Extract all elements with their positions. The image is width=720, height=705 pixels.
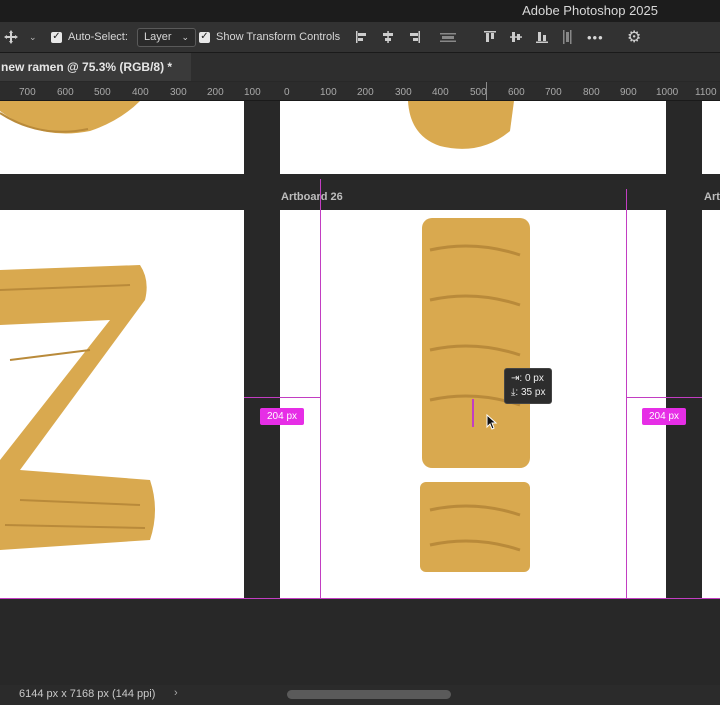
checkbox-check-icon: ✓ xyxy=(51,31,62,43)
checkbox-check-icon: ✓ xyxy=(199,31,210,43)
distance-badge-right: 204 px xyxy=(642,408,687,425)
artboard-top-center[interactable] xyxy=(280,101,666,174)
align-vertical-center-icon[interactable] xyxy=(509,30,523,44)
tooltip-vertical-offset: 35 px xyxy=(520,387,546,398)
ruler-tick: 100 xyxy=(244,87,261,98)
show-transform-checkbox[interactable]: ✓ Show Transform Controls xyxy=(199,22,340,52)
align-top-icon[interactable] xyxy=(483,30,497,44)
auto-select-label: Auto-Select: xyxy=(68,31,128,43)
move-tool-button[interactable]: ⌄ xyxy=(3,22,37,52)
ruler-tick: 800 xyxy=(583,87,600,98)
align-horizontal-center-icon[interactable] xyxy=(381,30,395,44)
ruler-tick: 1000 xyxy=(656,87,679,98)
noodle-image xyxy=(408,101,514,149)
vertical-offset-icon: ⤓: xyxy=(511,387,521,398)
noodle-z-image xyxy=(0,265,155,550)
distance-guide-left xyxy=(244,397,320,398)
smart-guide-vertical xyxy=(626,189,627,599)
ruler-tick: 100 xyxy=(320,87,337,98)
artboard-label[interactable]: Artboard 26 xyxy=(281,191,343,203)
ruler-tick: 900 xyxy=(620,87,637,98)
ruler-tick: 200 xyxy=(207,87,224,98)
document-tab-title: new ramen @ 75.3% (RGB/8) * xyxy=(1,60,173,74)
distance-guide-center xyxy=(472,399,474,427)
title-bar: Adobe Photoshop 2025 xyxy=(0,0,720,22)
artboard-left[interactable] xyxy=(0,210,244,599)
ruler-tick: 300 xyxy=(395,87,412,98)
document-canvas[interactable]: Artboard 26 Art 204 px 204 px ⇥: 0 px ⤓:… xyxy=(0,101,720,685)
chevron-down-icon: ⌄ xyxy=(29,31,37,42)
align-bottom-icon[interactable] xyxy=(535,30,549,44)
auto-select-checkbox[interactable]: ✓ Auto-Select: xyxy=(51,22,128,52)
ruler-tick: 200 xyxy=(357,87,374,98)
show-transform-label: Show Transform Controls xyxy=(216,31,341,43)
align-left-icon[interactable] xyxy=(355,30,369,44)
ruler-cursor-marker xyxy=(486,82,487,100)
ruler-tick: 500 xyxy=(470,87,487,98)
horizontal-scrollbar[interactable] xyxy=(287,690,451,699)
artboard-top-left[interactable] xyxy=(0,101,244,174)
smart-guide-vertical xyxy=(320,179,321,599)
document-tab-bar: new ramen @ 75.3% (RGB/8) * xyxy=(0,53,720,81)
ruler-tick: 300 xyxy=(170,87,187,98)
ruler-tick: 400 xyxy=(132,87,149,98)
distance-badge-left: 204 px xyxy=(260,408,305,425)
status-bar: 6144 px x 7168 px (144 ppi) › xyxy=(0,685,720,705)
ruler-tick: 700 xyxy=(19,87,36,98)
more-options-button[interactable]: ••• xyxy=(587,22,604,52)
settings-button[interactable]: ⚙ xyxy=(627,22,641,52)
cursor-arrow-icon xyxy=(486,414,498,430)
noodle-image xyxy=(0,101,140,134)
document-size: 6144 px x 7168 px (144 ppi) xyxy=(19,688,156,700)
align-right-icon[interactable] xyxy=(407,30,421,44)
ruler-tick: 600 xyxy=(508,87,525,98)
smart-guide-horizontal xyxy=(0,598,720,599)
status-menu-chevron-icon[interactable]: › xyxy=(174,687,178,699)
distance-guide-right xyxy=(626,397,702,398)
ruler-tick: 400 xyxy=(432,87,449,98)
horizontal-ruler[interactable]: 700 600 500 400 300 200 100 0 100 200 30… xyxy=(0,82,720,101)
auto-select-target-value: Layer xyxy=(144,31,172,43)
artboard-top-right[interactable] xyxy=(702,101,720,174)
ruler-tick: 1100 xyxy=(695,87,717,98)
more-icon: ••• xyxy=(587,29,604,45)
distribute-icon[interactable] xyxy=(439,30,457,44)
chevron-down-icon: ⌄ xyxy=(181,31,190,42)
app-title: Adobe Photoshop 2025 xyxy=(522,3,658,18)
artboard-right-partial[interactable] xyxy=(702,210,720,599)
document-tab[interactable]: new ramen @ 75.3% (RGB/8) * xyxy=(0,53,191,81)
ruler-tick: 600 xyxy=(57,87,74,98)
auto-select-target-select[interactable]: Layer ⌄ xyxy=(137,22,197,52)
options-bar: ⌄ ✓ Auto-Select: Layer ⌄ ✓ Show Transfor… xyxy=(0,22,720,53)
distribute-vertical-icon[interactable] xyxy=(561,29,573,45)
artboard-label-partial[interactable]: Art xyxy=(704,191,720,203)
ruler-tick: 700 xyxy=(545,87,562,98)
horizontal-offset-icon: ⇥: xyxy=(511,373,525,384)
gear-icon: ⚙ xyxy=(627,29,642,46)
move-icon xyxy=(4,30,18,44)
tooltip-horizontal-offset: 0 px xyxy=(524,373,544,384)
move-offset-tooltip: ⇥: 0 px ⤓: 35 px xyxy=(504,368,553,404)
align-group xyxy=(355,22,573,52)
ruler-tick: 500 xyxy=(94,87,111,98)
ruler-tick: 0 xyxy=(284,87,290,98)
